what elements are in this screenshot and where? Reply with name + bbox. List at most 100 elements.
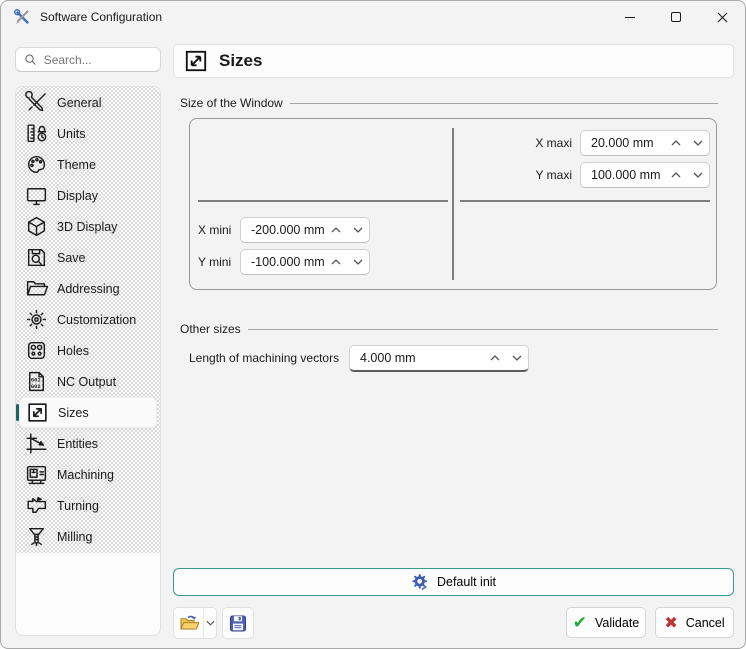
- milling-icon: [24, 524, 49, 549]
- vector-length-spinner: [349, 345, 529, 372]
- y-mini-increment-button[interactable]: [325, 250, 347, 274]
- sidebar-item-label: Turning: [57, 499, 99, 513]
- folder-open-icon: [179, 614, 199, 632]
- cancel-x-icon: ✖: [664, 613, 677, 632]
- maximize-button[interactable]: [653, 1, 699, 33]
- x-mini-label: X mini: [198, 217, 236, 243]
- sidebar-item-save[interactable]: Save: [19, 242, 157, 273]
- save-icon: [24, 245, 49, 270]
- sidebar-item-label: Theme: [57, 158, 96, 172]
- sidebar: General Units Theme: [15, 86, 161, 636]
- sidebar-item-turning[interactable]: Turning: [19, 490, 157, 521]
- sidebar-item-theme[interactable]: Theme: [19, 149, 157, 180]
- y-mini-decrement-button[interactable]: [347, 250, 369, 274]
- open-config-button[interactable]: [174, 608, 203, 638]
- sizes-icon: [25, 400, 50, 425]
- sidebar-item-entities[interactable]: Entities: [19, 428, 157, 459]
- sidebar-item-milling[interactable]: Milling: [19, 521, 157, 552]
- save-config-button[interactable]: [222, 607, 254, 639]
- chevron-down-icon: [353, 259, 363, 265]
- sidebar-list: General Units Theme: [16, 87, 160, 553]
- sidebar-item-label: Entities: [57, 437, 98, 451]
- general-icon: [24, 90, 49, 115]
- vertical-axis-line: [452, 128, 454, 280]
- chevron-up-icon: [331, 227, 341, 233]
- minimize-icon: [625, 17, 635, 18]
- software-configuration-window: Software Configuration General: [0, 0, 746, 649]
- sidebar-item-label: Display: [57, 189, 98, 203]
- group-label: Other sizes: [180, 322, 241, 336]
- x-maxi-spinner: [580, 130, 710, 156]
- window-size-visualization: X maxi Y maxi X mini Y mini: [189, 118, 717, 290]
- page-title: Sizes: [219, 51, 262, 71]
- y-maxi-increment-button[interactable]: [665, 163, 687, 187]
- validate-button[interactable]: ✔ Validate: [566, 607, 646, 638]
- sidebar-item-label: Holes: [57, 344, 89, 358]
- y-maxi-input[interactable]: [581, 163, 665, 187]
- y-maxi-label: Y maxi: [500, 162, 572, 188]
- vector-length-decrement-button[interactable]: [506, 346, 528, 370]
- x-maxi-label: X maxi: [500, 130, 572, 156]
- nc-output-icon-text: G02: [31, 383, 41, 390]
- chevron-down-icon: [693, 172, 703, 178]
- gear-refresh-icon: [411, 573, 429, 591]
- x-maxi-increment-button[interactable]: [665, 131, 687, 155]
- sidebar-item-holes[interactable]: Holes: [19, 335, 157, 366]
- 3d-display-icon: [24, 214, 49, 239]
- chevron-up-icon: [671, 172, 681, 178]
- nc-output-icon: G01 G02: [24, 369, 49, 394]
- search-input[interactable]: [44, 53, 152, 67]
- titlebar: Software Configuration: [1, 1, 745, 33]
- y-maxi-decrement-button[interactable]: [687, 163, 709, 187]
- sidebar-item-units[interactable]: Units: [19, 118, 157, 149]
- sidebar-item-label: NC Output: [57, 375, 116, 389]
- sidebar-item-label: Milling: [57, 530, 92, 544]
- close-button[interactable]: [699, 1, 745, 33]
- chevron-down-icon: [353, 227, 363, 233]
- vector-length-input[interactable]: [350, 346, 484, 370]
- sidebar-item-label: Save: [57, 251, 86, 265]
- minimize-button[interactable]: [607, 1, 653, 33]
- x-mini-spinner: [240, 217, 370, 243]
- y-mini-input[interactable]: [241, 250, 325, 274]
- y-maxi-spinner: [580, 162, 710, 188]
- sidebar-item-nc-output[interactable]: G01 G02 NC Output: [19, 366, 157, 397]
- chevron-up-icon: [490, 355, 500, 361]
- x-maxi-decrement-button[interactable]: [687, 131, 709, 155]
- open-config-split-button: [173, 607, 217, 639]
- sidebar-item-label: General: [57, 96, 101, 110]
- open-config-dropdown-button[interactable]: [203, 608, 216, 638]
- x-mini-decrement-button[interactable]: [347, 218, 369, 242]
- machining-icon: [24, 462, 49, 487]
- cancel-button[interactable]: ✖ Cancel: [655, 607, 734, 638]
- sidebar-item-sizes[interactable]: Sizes: [19, 397, 157, 428]
- turning-icon: [24, 493, 49, 518]
- default-init-button[interactable]: Default init: [173, 568, 734, 596]
- chevron-down-icon: [206, 620, 215, 626]
- sizes-page-icon: [183, 48, 209, 74]
- save-floppy-icon: [229, 614, 247, 633]
- y-mini-label: Y mini: [198, 249, 236, 275]
- sidebar-item-addressing[interactable]: Addressing: [19, 273, 157, 304]
- page-header: Sizes: [173, 44, 734, 78]
- group-divider-line: [290, 103, 718, 104]
- sidebar-item-3d-display[interactable]: 3D Display: [19, 211, 157, 242]
- group-divider-line: [248, 329, 718, 330]
- sidebar-item-label: Machining: [57, 468, 114, 482]
- addressing-icon: [24, 276, 49, 301]
- customization-icon: [24, 307, 49, 332]
- sidebar-item-label: Sizes: [58, 406, 89, 420]
- theme-icon: [24, 152, 49, 177]
- x-mini-increment-button[interactable]: [325, 218, 347, 242]
- horizontal-axis-line-right: [460, 200, 710, 202]
- x-mini-input[interactable]: [241, 218, 325, 242]
- x-maxi-input[interactable]: [581, 131, 665, 155]
- vector-length-label: Length of machining vectors: [189, 345, 339, 371]
- vector-length-increment-button[interactable]: [484, 346, 506, 370]
- close-icon: [717, 12, 728, 23]
- sidebar-item-display[interactable]: Display: [19, 180, 157, 211]
- sidebar-item-machining[interactable]: Machining: [19, 459, 157, 490]
- sidebar-item-general[interactable]: General: [19, 87, 157, 118]
- sidebar-item-customization[interactable]: Customization: [19, 304, 157, 335]
- display-icon: [24, 183, 49, 208]
